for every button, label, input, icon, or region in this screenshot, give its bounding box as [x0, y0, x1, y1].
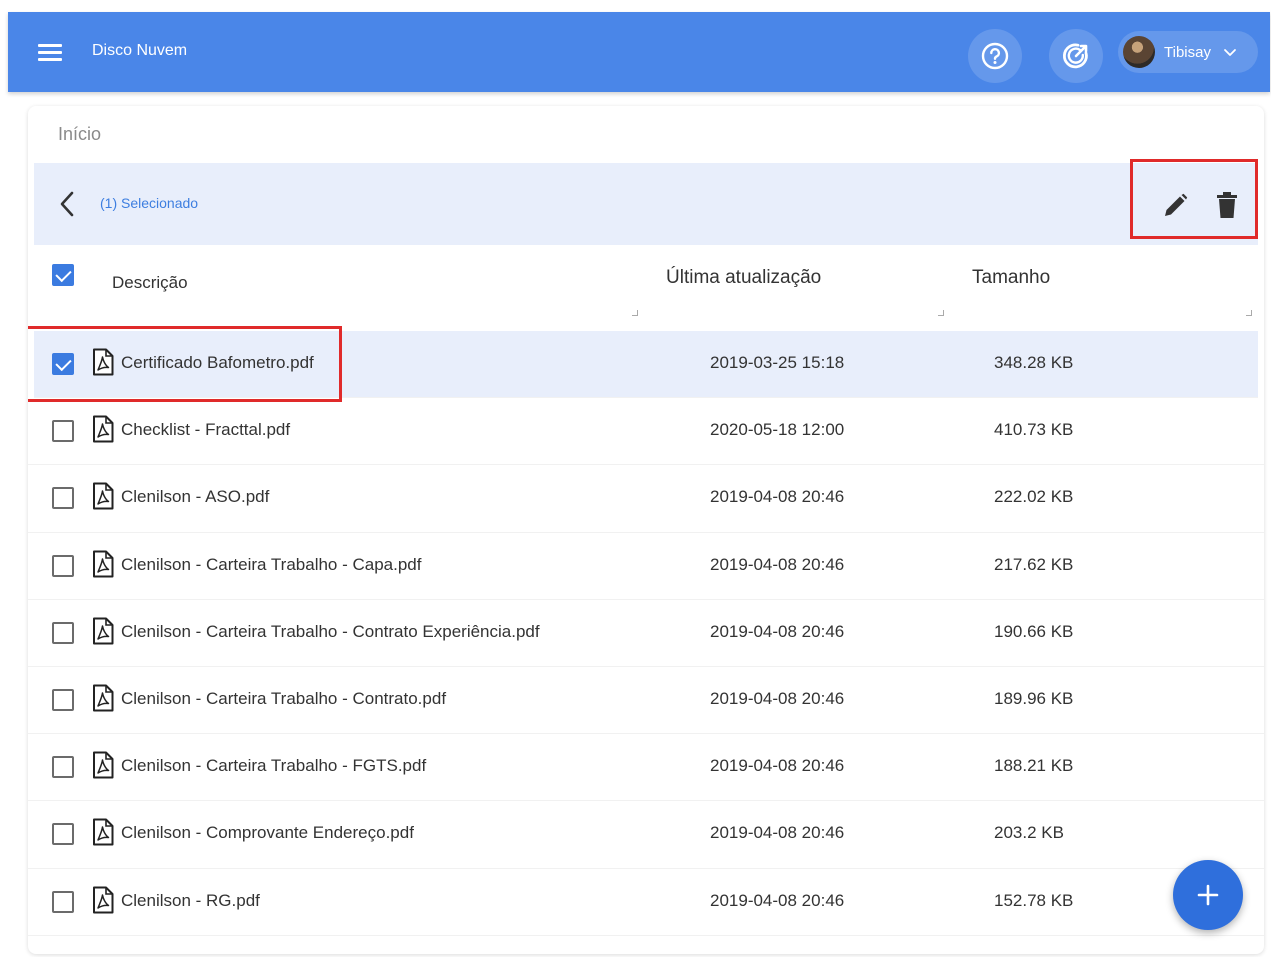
pdf-file-icon: [92, 348, 114, 376]
file-size: 190.66 KB: [994, 621, 1074, 641]
pdf-file-icon: [92, 415, 114, 443]
table-row[interactable]: Checklist - Fracttal.pdf 2020-05-18 12:00…: [28, 398, 1264, 466]
select-all-checkbox[interactable]: [52, 264, 74, 291]
row-checkbox[interactable]: [52, 353, 74, 375]
column-resize-handle[interactable]: [632, 310, 638, 316]
help-icon: [981, 42, 1009, 70]
pdf-file-icon: [92, 482, 114, 510]
pdf-file-icon: [92, 751, 114, 779]
pdf-file-icon: [92, 886, 114, 914]
pdf-file-icon: [92, 550, 114, 578]
table-header: Descrição Última atualização Tamanho: [28, 245, 1264, 331]
pdf-file-icon: [92, 818, 114, 846]
file-size: 222.02 KB: [994, 487, 1074, 507]
page: Disco Nuvem Tibisay Início (1) Seleciona…: [0, 0, 1271, 957]
file-name[interactable]: Clenilson - Comprovante Endereço.pdf: [121, 823, 414, 843]
table-row[interactable]: Clenilson - Carteira Trabalho - FGTS.pdf…: [28, 734, 1264, 802]
menu-icon[interactable]: [38, 39, 64, 65]
column-header-updated[interactable]: Última atualização: [666, 267, 821, 289]
breadcrumb[interactable]: Início: [58, 124, 101, 145]
file-name[interactable]: Clenilson - Carteira Trabalho - FGTS.pdf: [121, 756, 426, 776]
sync-icon: [1063, 43, 1088, 69]
help-button[interactable]: [968, 29, 1022, 83]
file-name[interactable]: Clenilson - Carteira Trabalho - Contrato…: [121, 689, 446, 709]
plus-icon: [1197, 884, 1219, 906]
table-row[interactable]: Clenilson - Carteira Trabalho - Capa.pdf…: [28, 533, 1264, 600]
file-name[interactable]: Clenilson - Carteira Trabalho - Capa.pdf: [121, 555, 421, 575]
chevron-down-icon: [1224, 49, 1236, 56]
user-name: Tibisay: [1164, 43, 1211, 61]
file-name[interactable]: Certificado Bafometro.pdf: [121, 353, 314, 373]
table-row[interactable]: Certificado Bafometro.pdf 2019-03-25 15:1…: [28, 326, 1258, 402]
column-resize-handle[interactable]: [938, 310, 944, 316]
file-size: 410.73 KB: [994, 420, 1074, 440]
selection-bar: (1) Selecionado: [34, 159, 1258, 245]
file-updated: 2019-04-08 20:46: [710, 890, 845, 910]
user-menu[interactable]: Tibisay: [1118, 31, 1258, 73]
row-checkbox[interactable]: [52, 554, 74, 577]
file-size: 152.78 KB: [994, 890, 1074, 910]
table-row[interactable]: Clenilson - Carteira Trabalho - Contrato…: [28, 667, 1264, 735]
row-checkbox[interactable]: [52, 621, 74, 644]
table-row[interactable]: Clenilson - Carteira Trabalho - Contrato…: [28, 600, 1264, 667]
table-row[interactable]: Clenilson - RG.pdf 2019-04-08 20:46 152.78…: [28, 869, 1264, 936]
pdf-file-icon: [92, 617, 114, 645]
select-all-box[interactable]: [52, 264, 74, 286]
file-name[interactable]: Clenilson - Carteira Trabalho - Contrato…: [121, 622, 540, 642]
file-updated: 2020-05-18 12:00: [710, 420, 845, 440]
file-rows: Certificado Bafometro.pdf 2019-03-25 15:1…: [28, 326, 1264, 936]
column-header-description[interactable]: Descrição: [112, 273, 188, 293]
file-name[interactable]: Checklist - Fracttal.pdf: [121, 420, 290, 440]
file-updated: 2019-04-08 20:46: [710, 688, 845, 708]
column-resize-handle[interactable]: [1246, 310, 1252, 316]
edit-pencil-icon[interactable]: [1161, 192, 1189, 220]
back-arrow-icon[interactable]: [56, 189, 80, 219]
file-updated: 2019-04-08 20:46: [710, 756, 845, 776]
file-updated: 2019-04-08 20:46: [710, 554, 845, 574]
file-size: 348.28 KB: [994, 353, 1074, 372]
row-checkbox[interactable]: [52, 420, 74, 443]
avatar: [1123, 36, 1155, 68]
file-list-card: Início (1) Selecionado Descrição Última …: [28, 106, 1264, 954]
file-size: 217.62 KB: [994, 554, 1074, 574]
file-name[interactable]: Clenilson - ASO.pdf: [121, 487, 269, 507]
row-checkbox[interactable]: [52, 756, 74, 779]
pdf-file-icon: [92, 684, 114, 712]
file-updated: 2019-04-08 20:46: [710, 823, 845, 843]
file-updated: 2019-04-08 20:46: [710, 487, 845, 507]
table-row[interactable]: Clenilson - ASO.pdf 2019-04-08 20:46 222.0…: [28, 465, 1264, 533]
trash-icon[interactable]: [1215, 191, 1239, 219]
row-checkbox[interactable]: [52, 487, 74, 510]
file-updated: 2019-04-08 20:46: [710, 621, 845, 641]
selection-count: (1) Selecionado: [100, 195, 199, 211]
row-checkbox[interactable]: [52, 688, 74, 711]
file-size: 203.2 KB: [994, 823, 1064, 843]
row-checkbox[interactable]: [52, 890, 74, 913]
table-row[interactable]: Clenilson - Comprovante Endereço.pdf 2019…: [28, 801, 1264, 869]
file-size: 188.21 KB: [994, 756, 1074, 776]
column-header-size[interactable]: Tamanho: [972, 267, 1050, 289]
app-title: Disco Nuvem: [92, 42, 188, 59]
file-name[interactable]: Clenilson - RG.pdf: [121, 891, 260, 911]
add-file-button[interactable]: [1173, 860, 1243, 930]
sync-button[interactable]: [1049, 29, 1103, 83]
row-checkbox[interactable]: [52, 823, 74, 846]
file-updated: 2019-03-25 15:18: [710, 353, 845, 372]
app-bar: Disco Nuvem Tibisay: [8, 12, 1270, 92]
file-size: 189.96 KB: [994, 688, 1074, 708]
